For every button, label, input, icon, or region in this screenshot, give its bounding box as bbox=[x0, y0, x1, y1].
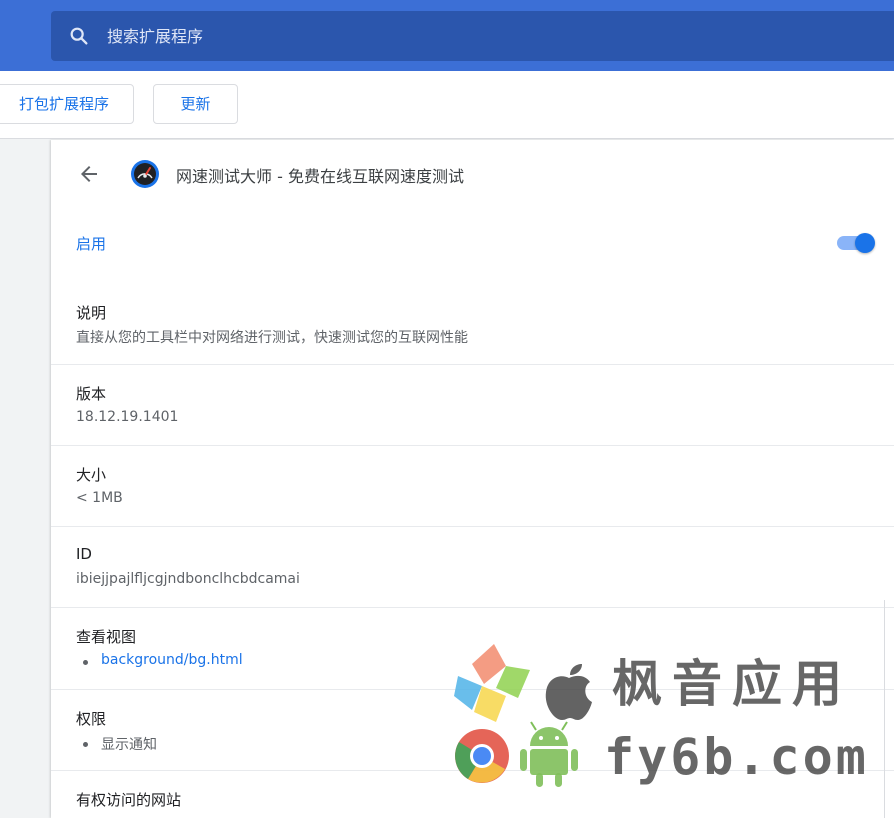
watermark: 枫音应用 fy6b.com bbox=[452, 640, 894, 818]
windows-logo-icon bbox=[454, 644, 530, 722]
views-label: 查看视图 bbox=[76, 628, 137, 646]
watermark-brand: 枫音应用 bbox=[612, 655, 852, 713]
site-access-label: 有权访问的网站 bbox=[76, 791, 182, 809]
version-label: 版本 bbox=[76, 385, 107, 403]
update-button[interactable]: 更新 bbox=[153, 84, 238, 124]
view-link-background[interactable]: background/bg.html bbox=[101, 652, 243, 668]
speedometer-icon bbox=[131, 160, 159, 188]
version-section: 版本 18.12.19.1401 bbox=[51, 364, 894, 445]
toggle-knob bbox=[855, 233, 875, 253]
back-arrow-icon[interactable] bbox=[77, 162, 101, 186]
watermark-url: fy6b.com bbox=[604, 728, 869, 786]
description-section: 说明 直接从您的工具栏中对网络进行测试，快速测试您的互联网性能 bbox=[51, 278, 894, 364]
apple-logo-icon bbox=[545, 664, 592, 720]
search-input[interactable] bbox=[107, 11, 867, 61]
enable-label: 启用 bbox=[76, 235, 107, 253]
id-value: ibiejjpajlfljcgjndbonclhcbdcamai bbox=[76, 571, 300, 587]
enable-toggle[interactable] bbox=[837, 233, 877, 253]
android-logo-icon bbox=[520, 721, 578, 787]
description-value: 直接从您的工具栏中对网络进行测试，快速测试您的互联网性能 bbox=[76, 330, 468, 346]
version-value: 18.12.19.1401 bbox=[76, 409, 179, 425]
description-label: 说明 bbox=[76, 304, 107, 322]
chrome-logo-icon bbox=[455, 729, 509, 783]
list-bullet bbox=[83, 742, 88, 747]
id-section: ID ibiejjpajlfljcgjndbonclhcbdcamai bbox=[51, 526, 894, 607]
size-value: < 1MB bbox=[76, 490, 123, 506]
top-bar bbox=[0, 0, 894, 71]
pack-extension-button[interactable]: 打包扩展程序 bbox=[0, 84, 134, 124]
id-label: ID bbox=[76, 545, 92, 563]
developer-toolbar: 打包扩展程序 更新 bbox=[0, 71, 894, 139]
enable-row: 启用 bbox=[51, 208, 894, 278]
size-section: 大小 < 1MB bbox=[51, 445, 894, 526]
permission-item: 显示通知 bbox=[101, 737, 157, 753]
search-box[interactable] bbox=[51, 11, 894, 61]
search-icon bbox=[70, 27, 88, 45]
size-label: 大小 bbox=[76, 466, 107, 484]
permissions-label: 权限 bbox=[76, 710, 107, 728]
details-header: 网速测试大师 - 免费在线互联网速度测试 bbox=[51, 140, 894, 208]
extension-title: 网速测试大师 - 免费在线互联网速度测试 bbox=[176, 167, 464, 186]
list-bullet bbox=[83, 660, 88, 665]
